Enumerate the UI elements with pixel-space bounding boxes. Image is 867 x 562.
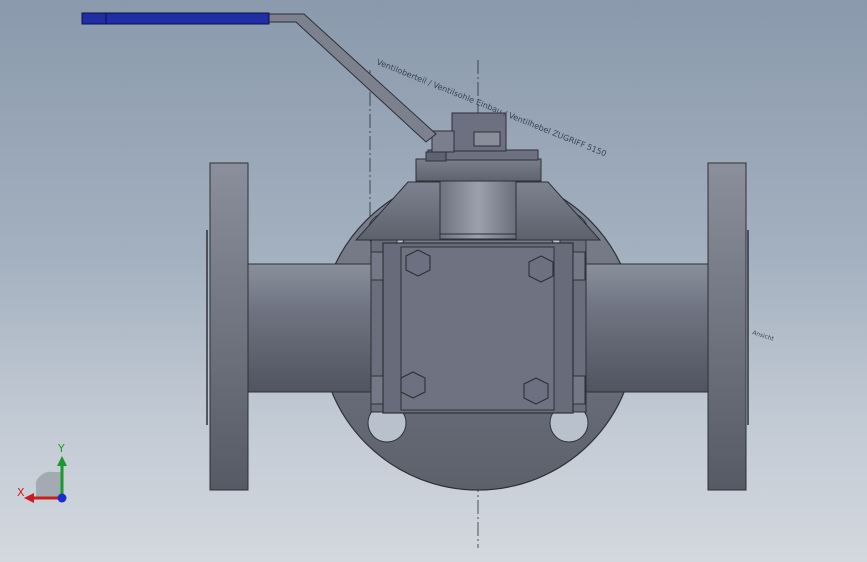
- valve-model[interactable]: Ventiloberteil / Ventilsohle Einbau / Ve…: [0, 0, 867, 562]
- flange-right: [707, 162, 749, 491]
- pipe-left: [245, 263, 381, 393]
- z-axis-marker: [57, 493, 67, 503]
- x-axis-label: X: [17, 486, 25, 499]
- side-annotation: Ansicht: [751, 329, 775, 343]
- bonnet: [354, 158, 602, 241]
- pipe-right: [575, 263, 711, 393]
- lever-handle[interactable]: [81, 12, 437, 143]
- flange-left: [206, 162, 249, 491]
- lever-grip: [81, 12, 270, 25]
- 3d-viewport[interactable]: Ventiloberteil / Ventilsohle Einbau / Ve…: [0, 0, 867, 562]
- y-axis-label: Y: [58, 442, 65, 455]
- side-note: Ansicht: [751, 329, 775, 343]
- coordinate-triad: [24, 456, 67, 503]
